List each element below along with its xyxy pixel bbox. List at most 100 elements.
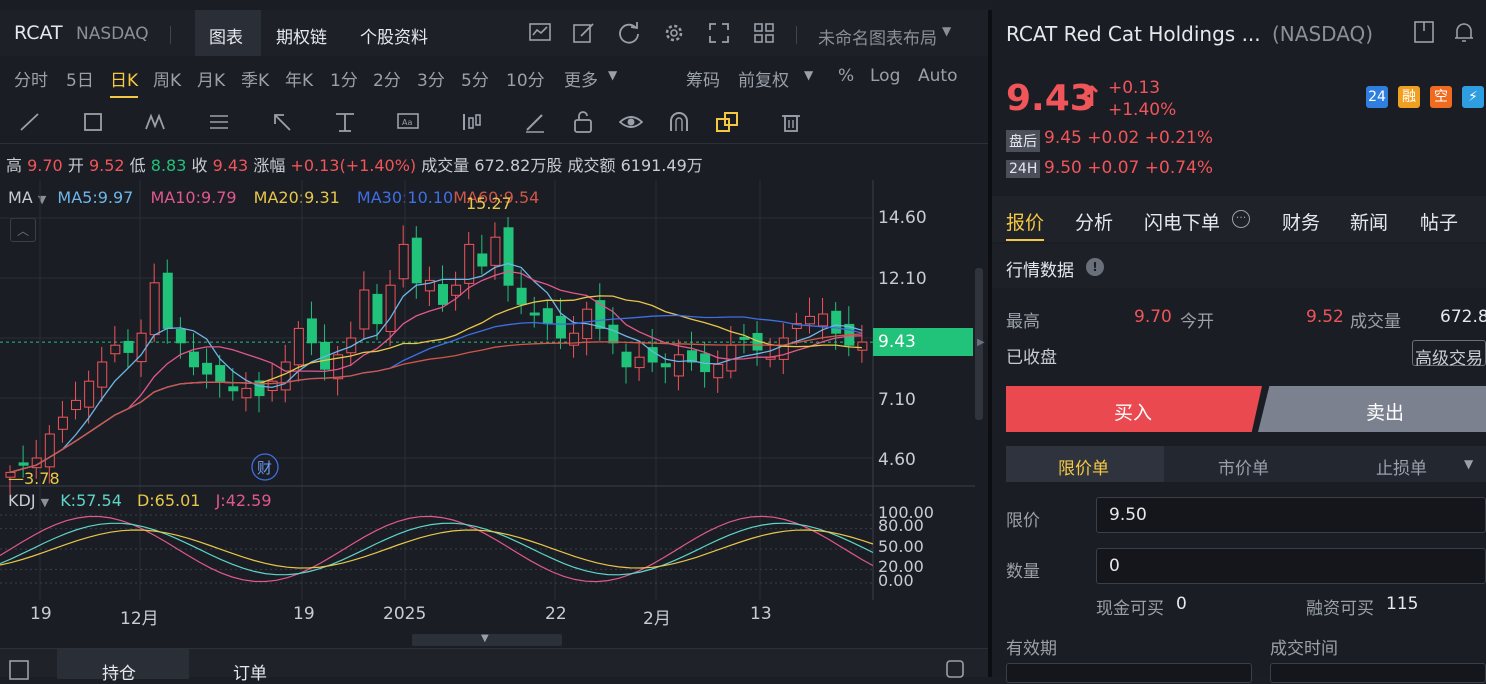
- trade-time-select[interactable]: [1270, 663, 1486, 683]
- tf-5day[interactable]: 5日: [66, 66, 94, 91]
- tab-options[interactable]: 期权链: [276, 23, 327, 48]
- log-toggle[interactable]: Log: [870, 66, 900, 86]
- candle-body: [44, 433, 55, 468]
- trend-line-icon[interactable]: [18, 110, 42, 134]
- fib-icon[interactable]: [207, 110, 231, 134]
- date-axis-label: 2025: [383, 604, 427, 624]
- tf-3min[interactable]: 3分: [417, 66, 445, 91]
- tab-stop-order[interactable]: 止损单: [1376, 454, 1427, 479]
- text-note-icon[interactable]: Aa: [396, 110, 420, 134]
- tf-yearly[interactable]: 年K: [285, 66, 313, 91]
- chevron-down-icon[interactable]: ▼: [942, 24, 951, 38]
- ohlc-line: 高 9.70 开 9.52 低 8.83 收 9.43 涨幅 +0.13(+1.…: [6, 156, 703, 175]
- link-squares-icon[interactable]: [715, 110, 739, 134]
- tf-monthly[interactable]: 月K: [197, 66, 225, 91]
- percent-toggle[interactable]: %: [838, 66, 854, 86]
- trash-icon[interactable]: [779, 110, 803, 134]
- cash-buyable-label: 现金可买: [1096, 599, 1164, 619]
- candle-body: [175, 328, 186, 344]
- tab-financials[interactable]: 财务: [1282, 208, 1320, 235]
- rectangle-icon[interactable]: [82, 110, 106, 134]
- panel-resize-handle[interactable]: ▼: [412, 633, 562, 646]
- badge-short[interactable]: 空: [1430, 86, 1452, 108]
- candle-body: [857, 341, 868, 351]
- quantity-input[interactable]: 0: [1096, 548, 1486, 584]
- limit-price-label: 限价: [1006, 511, 1040, 531]
- tf-more[interactable]: 更多: [564, 66, 598, 91]
- price-axis-label: 14.60: [878, 208, 927, 228]
- indicator-icon[interactable]: [460, 110, 484, 134]
- price-axis-label: 7.10: [878, 390, 916, 410]
- chevron-down-icon[interactable]: ▼: [804, 68, 813, 82]
- tab-positions[interactable]: 持仓: [57, 649, 189, 684]
- candle-body: [818, 313, 829, 327]
- tab-quote[interactable]: 报价: [1006, 208, 1045, 241]
- sell-button[interactable]: 卖出: [1258, 386, 1486, 432]
- tab-posts[interactable]: 帖子: [1420, 208, 1458, 235]
- eye-icon[interactable]: [619, 110, 643, 134]
- limit-price-input[interactable]: 9.50: [1096, 497, 1486, 533]
- candle-body: [97, 361, 108, 388]
- draw-note-icon[interactable]: [572, 21, 596, 45]
- badge-margin[interactable]: 融: [1398, 86, 1420, 108]
- chevron-right-icon[interactable]: ▶: [977, 337, 985, 348]
- buy-button[interactable]: 买入: [1006, 386, 1262, 432]
- layout-grid-icon[interactable]: [752, 21, 776, 45]
- chart-template-icon[interactable]: [528, 21, 552, 45]
- tab-news[interactable]: 新闻: [1350, 208, 1388, 235]
- advanced-trade-button[interactable]: 高级交易: [1412, 340, 1486, 369]
- tab-flash-order[interactable]: 闪电下单: [1144, 208, 1220, 235]
- tab-profile[interactable]: 个股资料: [360, 23, 428, 48]
- chevron-down-icon[interactable]: ▼: [1464, 457, 1473, 471]
- tab-orders[interactable]: 订单: [233, 659, 267, 684]
- chips-button[interactable]: 筹码: [686, 66, 720, 91]
- candle-body: [739, 336, 750, 340]
- tab-limit-order[interactable]: 限价单: [1006, 446, 1164, 482]
- settings-gear-icon[interactable]: [662, 21, 686, 45]
- tf-daily[interactable]: 日K: [110, 66, 139, 98]
- magnet-icon[interactable]: [667, 110, 691, 134]
- pattern-icon[interactable]: [144, 110, 168, 134]
- layout-name-dropdown[interactable]: 未命名图表布局: [818, 24, 937, 49]
- panel-toggle-icon[interactable]: [8, 659, 30, 681]
- bottom-panel: 持仓 订单: [0, 648, 990, 684]
- tf-1min[interactable]: 1分: [330, 66, 358, 91]
- current-price-tag: 9.43: [873, 328, 973, 356]
- h24-badge: 24H: [1006, 160, 1041, 178]
- measure-icon[interactable]: [333, 110, 357, 134]
- alert-bell-icon[interactable]: [1452, 20, 1476, 44]
- candle-body: [490, 236, 501, 266]
- candlestick-chart[interactable]: 15.27 —3.78 财: [0, 180, 975, 600]
- market-data-header: 行情数据 !: [992, 244, 1486, 288]
- more-dots-icon[interactable]: ···: [1232, 210, 1250, 228]
- refresh-icon[interactable]: [617, 21, 641, 45]
- earnings-marker-label: 财: [257, 459, 272, 477]
- auto-toggle[interactable]: Auto: [918, 66, 957, 86]
- lightning-icon[interactable]: ⚡: [1462, 86, 1484, 108]
- tab-analysis[interactable]: 分析: [1075, 208, 1113, 235]
- tf-intraday[interactable]: 分时: [14, 66, 48, 91]
- adjust-dropdown[interactable]: 前复权: [738, 66, 789, 91]
- candle-body: [385, 284, 396, 332]
- validity-select[interactable]: [1006, 663, 1252, 683]
- market-status: 已收盘: [1006, 348, 1057, 368]
- lock-icon[interactable]: [571, 110, 595, 134]
- candle-body: [280, 361, 291, 391]
- tf-quarterly[interactable]: 季K: [241, 66, 269, 91]
- tf-weekly[interactable]: 周K: [153, 66, 181, 91]
- pencil-icon[interactable]: [523, 110, 547, 134]
- tf-2min[interactable]: 2分: [373, 66, 401, 91]
- tab-chart[interactable]: 图表: [195, 10, 261, 56]
- popout-icon[interactable]: [945, 659, 967, 681]
- chevron-down-icon[interactable]: ▼: [608, 68, 617, 82]
- tf-10min[interactable]: 10分: [506, 66, 545, 91]
- arrow-icon[interactable]: [270, 110, 294, 134]
- candle-body: [713, 363, 724, 379]
- info-icon[interactable]: !: [1086, 258, 1104, 276]
- tab-market-order[interactable]: 市价单: [1218, 454, 1269, 479]
- badge-24h[interactable]: 24: [1366, 86, 1388, 108]
- tf-5min[interactable]: 5分: [461, 66, 489, 91]
- candle-body: [241, 387, 252, 399]
- fullscreen-icon[interactable]: [707, 21, 731, 45]
- watchlist-icon[interactable]: [1412, 20, 1436, 44]
